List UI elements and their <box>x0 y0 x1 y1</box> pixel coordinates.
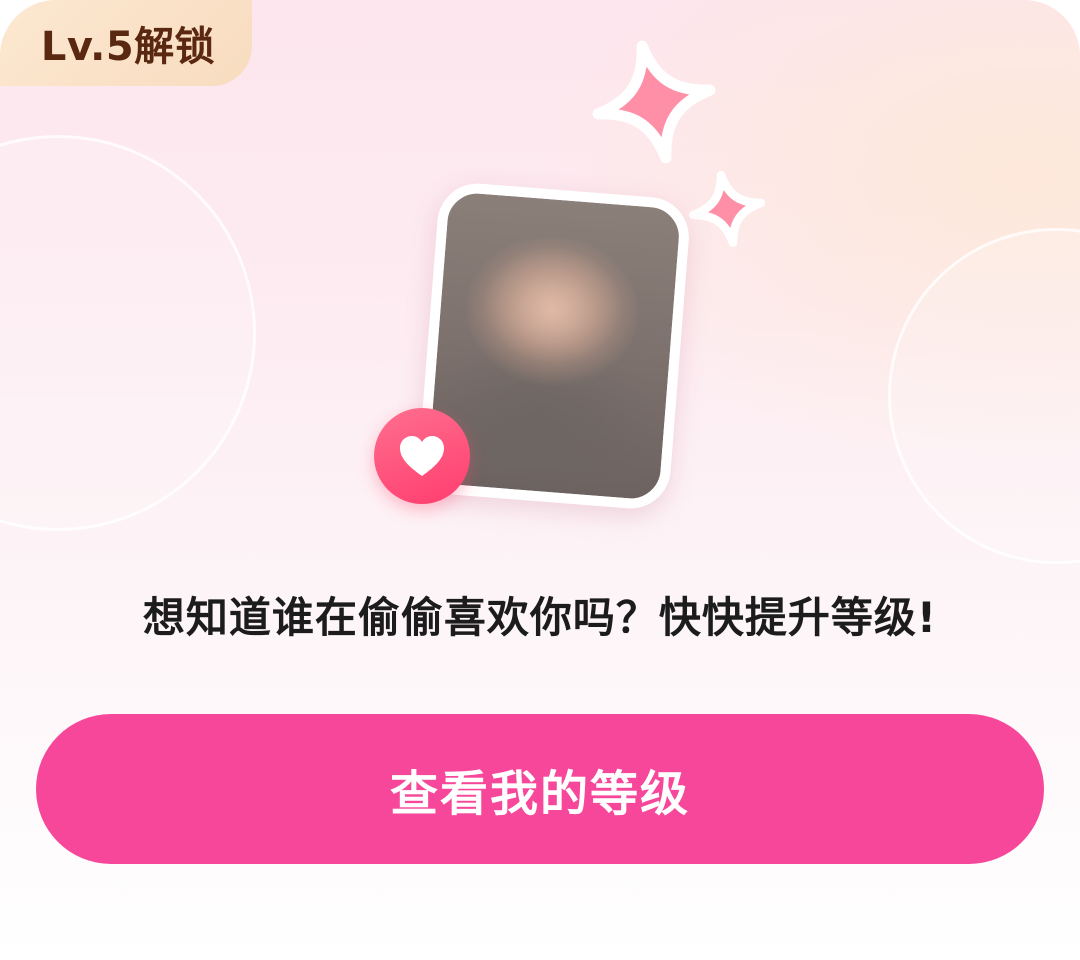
level-unlock-label: Lv.5解锁 <box>40 24 216 70</box>
view-my-level-button[interactable]: 查看我的等级 <box>36 714 1044 864</box>
sparkle-small-icon <box>688 170 766 248</box>
decorative-circle-right <box>888 228 1080 564</box>
sparkle-icon <box>592 40 716 164</box>
view-my-level-label: 查看我的等级 <box>389 768 690 821</box>
heart-icon <box>400 436 444 476</box>
decorative-circle-left <box>0 135 256 531</box>
heart-badge <box>374 408 470 504</box>
promo-message: 想知道谁在偷偷喜欢你吗？快快提升等级! <box>142 593 938 642</box>
level-unlock-badge: Lv.5解锁 <box>0 0 252 86</box>
unlock-card: Lv.5解锁 想知道谁在偷偷喜欢你吗？快快提升等级! 查看我的等级 <box>0 0 1080 960</box>
